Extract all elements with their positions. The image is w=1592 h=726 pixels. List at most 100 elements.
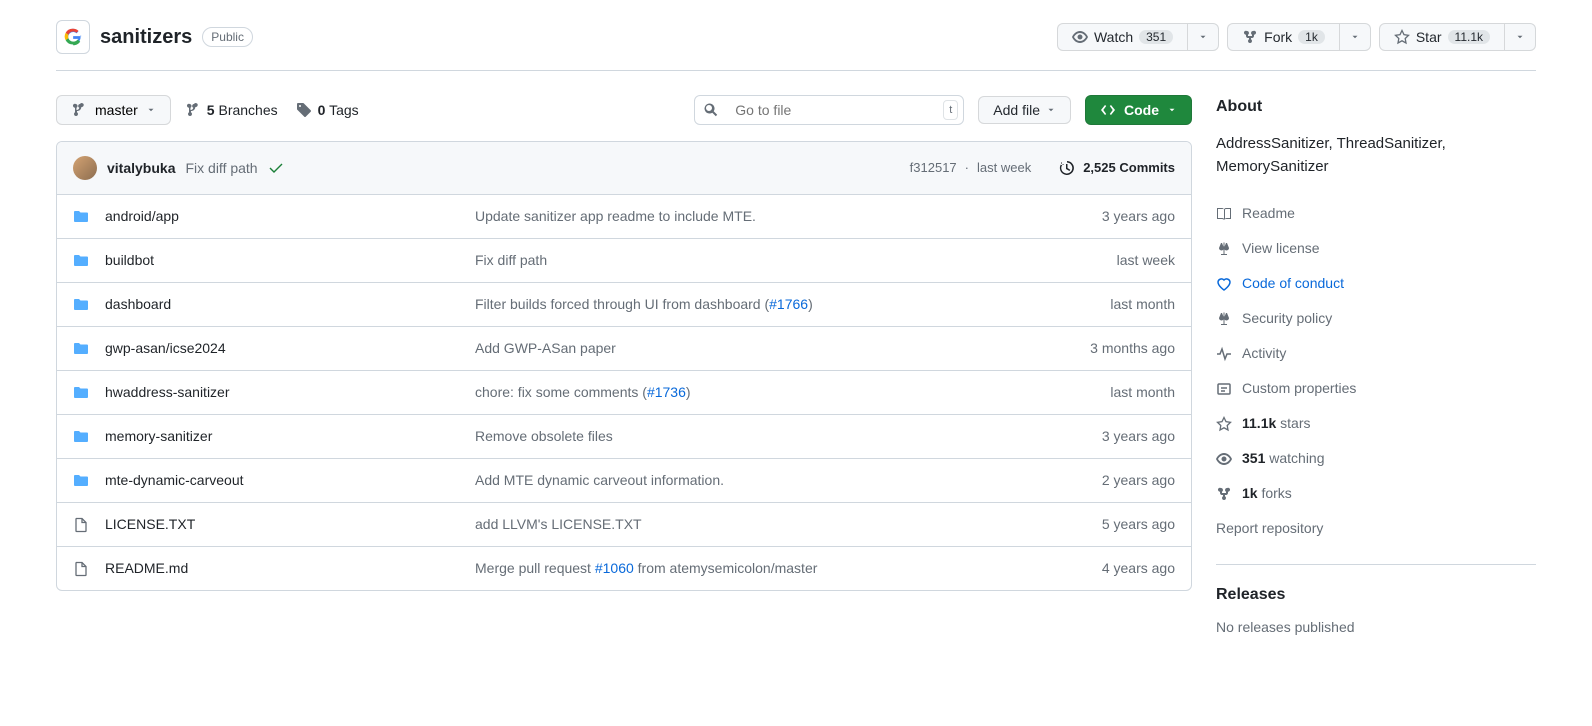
file-icon: [73, 517, 89, 533]
commit-date-cell: 3 years ago: [1065, 426, 1175, 447]
file-row: buildbot Fix diff pathlast week: [57, 239, 1191, 283]
check-icon[interactable]: [268, 160, 284, 176]
star-count: 11.1k: [1448, 30, 1490, 44]
branch-icon: [185, 102, 201, 118]
tag-icon: [296, 102, 312, 118]
folder-icon: [73, 473, 89, 489]
fork-dropdown[interactable]: [1340, 23, 1371, 51]
commit-message-cell[interactable]: Add GWP-ASan paper: [475, 338, 1065, 359]
star-button[interactable]: Star 11.1k: [1379, 23, 1505, 51]
about-heading: About: [1216, 95, 1536, 119]
coc-link[interactable]: Code of conduct: [1216, 273, 1536, 294]
commit-message-cell[interactable]: Fix diff path: [475, 250, 1065, 271]
commit-date-cell: last month: [1065, 294, 1175, 315]
eye-icon: [1216, 451, 1232, 467]
star-icon: [1216, 416, 1232, 432]
releases-heading[interactable]: Releases: [1216, 583, 1536, 607]
commit-date-cell: 5 years ago: [1065, 514, 1175, 535]
file-row: README.md Merge pull request #1060 from a…: [57, 547, 1191, 590]
file-icon: [73, 561, 89, 577]
file-name-link[interactable]: buildbot: [105, 252, 154, 268]
file-search-input[interactable]: [727, 96, 943, 124]
star-dropdown[interactable]: [1505, 23, 1536, 51]
watch-dropdown[interactable]: [1188, 23, 1219, 51]
commit-message-cell[interactable]: Filter builds forced through UI from das…: [475, 294, 1065, 315]
code-icon: [1100, 102, 1116, 118]
commit-message-cell[interactable]: Update sanitizer app readme to include M…: [475, 206, 1065, 227]
folder-icon: [73, 385, 89, 401]
about-description: AddressSanitizer, ThreadSanitizer, Memor…: [1216, 133, 1536, 178]
readme-link[interactable]: Readme: [1216, 203, 1536, 224]
file-row: hwaddress-sanitizer chore: fix some comme…: [57, 371, 1191, 415]
file-row: memory-sanitizer Remove obsolete files3 y…: [57, 415, 1191, 459]
branch-icon: [71, 102, 87, 118]
commit-author[interactable]: vitalybuka: [107, 158, 175, 179]
activity-link[interactable]: Activity: [1216, 343, 1536, 364]
tags-link[interactable]: 0 Tags: [296, 100, 359, 121]
security-link[interactable]: Security policy: [1216, 308, 1536, 329]
commit-date-cell: last week: [1065, 250, 1175, 271]
file-row: LICENSE.TXT add LLVM's LICENSE.TXT5 years…: [57, 503, 1191, 547]
file-name-link[interactable]: LICENSE.TXT: [105, 516, 195, 532]
folder-icon: [73, 253, 89, 269]
chevron-down-icon: [1046, 105, 1056, 115]
file-name-link[interactable]: hwaddress-sanitizer: [105, 384, 230, 400]
avatar[interactable]: [73, 156, 97, 180]
forks-link[interactable]: 1k forks: [1216, 483, 1536, 504]
commit-message-cell[interactable]: Remove obsolete files: [475, 426, 1065, 447]
book-icon: [1216, 206, 1232, 222]
file-name-link[interactable]: gwp-asan/icse2024: [105, 340, 226, 356]
commit-message[interactable]: Fix diff path: [185, 158, 257, 179]
chevron-down-icon: [1350, 32, 1360, 42]
search-icon: [695, 102, 727, 118]
folder-icon: [73, 429, 89, 445]
fork-button[interactable]: Fork 1k: [1227, 23, 1340, 51]
file-name-link[interactable]: memory-sanitizer: [105, 428, 212, 444]
visibility-badge: Public: [202, 27, 253, 47]
history-icon[interactable]: [1059, 160, 1075, 176]
file-name-link[interactable]: android/app: [105, 208, 179, 224]
watch-button[interactable]: Watch 351: [1057, 23, 1188, 51]
commit-sha[interactable]: f312517: [910, 158, 957, 178]
commit-message-cell[interactable]: add LLVM's LICENSE.TXT: [475, 514, 1065, 535]
code-button[interactable]: Code: [1085, 95, 1192, 125]
file-name-link[interactable]: dashboard: [105, 296, 171, 312]
chevron-down-icon: [1167, 105, 1177, 115]
commit-date-cell: 2 years ago: [1065, 470, 1175, 491]
fork-count: 1k: [1298, 30, 1325, 44]
fork-icon: [1242, 29, 1258, 45]
star-icon: [1394, 29, 1410, 45]
file-name-link[interactable]: mte-dynamic-carveout: [105, 472, 244, 488]
commits-link[interactable]: 2,525 Commits: [1083, 158, 1175, 178]
law-icon: [1216, 311, 1232, 327]
releases-empty: No releases published: [1216, 617, 1536, 638]
commit-date-cell: 4 years ago: [1065, 558, 1175, 579]
repo-name[interactable]: sanitizers: [100, 22, 192, 52]
folder-icon: [73, 297, 89, 313]
file-name-link[interactable]: README.md: [105, 560, 188, 576]
chevron-down-icon: [1515, 32, 1525, 42]
pulse-icon: [1216, 346, 1232, 362]
license-link[interactable]: View license: [1216, 238, 1536, 259]
commit-date-cell: 3 months ago: [1065, 338, 1175, 359]
heart-icon: [1216, 276, 1232, 292]
commit-date-cell: last month: [1065, 382, 1175, 403]
branch-select-button[interactable]: master: [56, 95, 171, 125]
kbd-hint: t: [943, 100, 958, 121]
file-search[interactable]: t: [694, 95, 964, 125]
add-file-button[interactable]: Add file: [978, 96, 1071, 124]
commit-message-cell[interactable]: chore: fix some comments (#1736): [475, 382, 1065, 403]
stars-link[interactable]: 11.1k stars: [1216, 413, 1536, 434]
fork-icon: [1216, 486, 1232, 502]
commit-message-cell[interactable]: Merge pull request #1060 from atemysemic…: [475, 558, 1065, 579]
report-link[interactable]: Report repository: [1216, 511, 1536, 546]
file-row: android/app Update sanitizer app readme t…: [57, 195, 1191, 239]
commit-message-cell[interactable]: Add MTE dynamic carveout information.: [475, 470, 1065, 491]
chevron-down-icon: [146, 105, 156, 115]
watching-link[interactable]: 351 watching: [1216, 448, 1536, 469]
org-logo[interactable]: [56, 20, 90, 54]
custom-props-link[interactable]: Custom properties: [1216, 378, 1536, 399]
file-row: mte-dynamic-carveout Add MTE dynamic carv…: [57, 459, 1191, 503]
branches-link[interactable]: 5 Branches: [185, 100, 278, 121]
chevron-down-icon: [1198, 32, 1208, 42]
